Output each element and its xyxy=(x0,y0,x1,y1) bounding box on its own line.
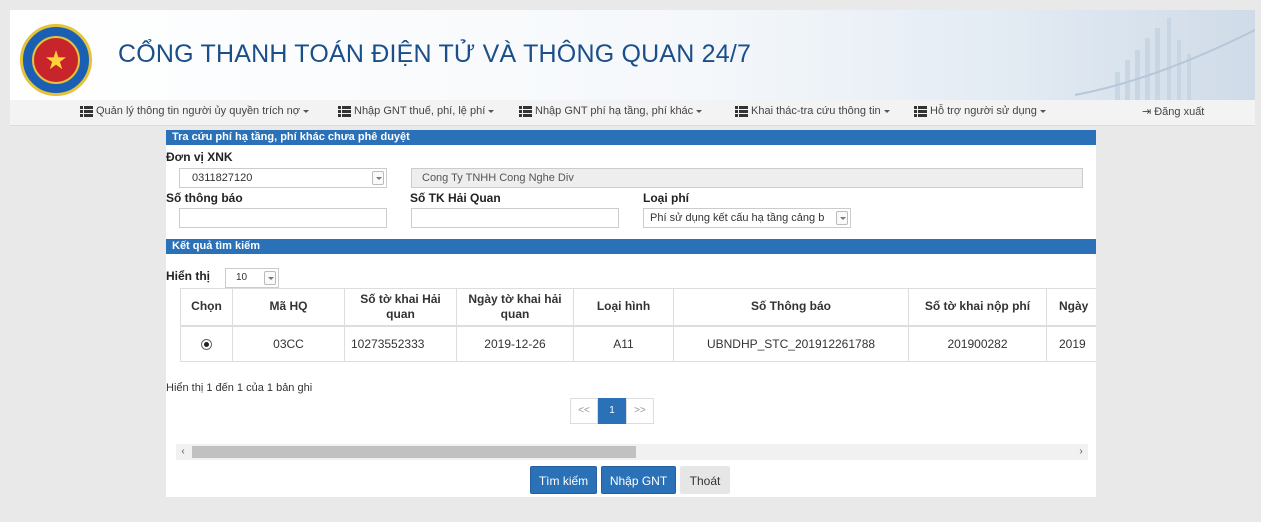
logout-icon: ⇥ xyxy=(1142,106,1152,118)
customs-logo: ★ xyxy=(20,24,92,96)
column-header: Mã HQ xyxy=(232,288,345,327)
table-header-row: Chọn Mã HQ Số tờ khai Hải quan Ngày tờ k… xyxy=(180,288,1096,327)
chart-decoration-icon xyxy=(1074,18,1255,100)
nav-item-quan-ly-uy-quyen[interactable]: Quản lý thông tin người ủy quyền trích n… xyxy=(80,105,310,117)
nav-item-label: Nhập GNT thuế, phí, lệ phí xyxy=(354,105,486,117)
ma-hq-cell: 03CC xyxy=(232,325,345,362)
search-button[interactable]: Tìm kiếm xyxy=(530,466,597,494)
caret-down-icon xyxy=(1039,109,1046,113)
so-tk-cell: 10273552333 xyxy=(344,325,457,362)
radio-selected-icon[interactable] xyxy=(201,339,212,351)
nav-item-nhap-gnt-thue[interactable]: Nhập GNT thuế, phí, lệ phí xyxy=(338,105,495,117)
row-select-cell[interactable] xyxy=(180,325,233,362)
caret-down-icon xyxy=(303,109,310,113)
logout-label: Đăng xuất xyxy=(1154,105,1205,118)
nav-item-label: Khai thác-tra cứu thông tin xyxy=(751,105,881,117)
search-panel: Tra cứu phí hạ tầng, phí khác chưa phê d… xyxy=(166,130,1096,497)
nhap-gnt-button[interactable]: Nhập GNT xyxy=(601,466,676,494)
scroll-right-icon[interactable]: › xyxy=(1074,444,1088,460)
site-title: CỔNG THANH TOÁN ĐIỆN TỬ VÀ THÔNG QUAN 24… xyxy=(118,40,752,68)
column-header: Số Thông báo xyxy=(673,288,909,327)
scroll-left-icon[interactable]: ‹ xyxy=(176,444,190,460)
nav-item-label: Quản lý thông tin người ủy quyền trích n… xyxy=(96,105,301,117)
star-icon: ★ xyxy=(32,36,80,84)
pagination-next[interactable]: >> xyxy=(626,398,654,424)
so-thong-bao-cell: UBNDHP_STC_201912261788 xyxy=(673,325,909,362)
loai-hinh-cell: A11 xyxy=(573,325,674,362)
site-header: ★ CỔNG THANH TOÁN ĐIỆN TỬ VÀ THÔNG QUAN … xyxy=(10,10,1255,100)
exit-button[interactable]: Thoát xyxy=(680,466,730,494)
scrollbar-thumb[interactable] xyxy=(192,446,636,458)
logout-link[interactable]: ⇥ Đăng xuất xyxy=(1142,105,1205,119)
column-header: Chọn xyxy=(180,288,233,327)
nav-item-nhap-gnt-ha-tang[interactable]: Nhập GNT phí hạ tầng, phí khác xyxy=(519,105,703,117)
nav-item-label: Nhập GNT phí hạ tầng, phí khác xyxy=(535,105,694,117)
list-icon xyxy=(80,105,93,117)
caret-down-icon xyxy=(696,109,703,113)
column-header: Loại hình xyxy=(573,288,674,327)
results-table-viewport: Chọn Mã HQ Số tờ khai Hải quan Ngày tờ k… xyxy=(166,130,1096,497)
table-row[interactable]: 03CC 10273552333 2019-12-26 A11 UBNDHP_S… xyxy=(180,325,1096,362)
column-header: Số tờ khai Hải quan xyxy=(344,288,457,327)
main-navbar: Quản lý thông tin người ủy quyền trích n… xyxy=(10,100,1255,126)
column-header: Ngày tờ khai hải quan xyxy=(456,288,574,327)
nav-item-ho-tro[interactable]: Hỗ trợ người sử dụng xyxy=(914,105,1046,117)
caret-down-icon xyxy=(883,109,890,113)
column-header: Số tờ khai nộp phí xyxy=(908,288,1047,327)
horizontal-scrollbar[interactable]: ‹ › xyxy=(176,444,1088,460)
pagination-page-1[interactable]: 1 xyxy=(598,398,626,424)
list-icon xyxy=(735,105,748,117)
results-table: Chọn Mã HQ Số tờ khai Hải quan Ngày tờ k… xyxy=(180,288,1096,362)
ngay-cell: 2019 xyxy=(1046,325,1096,362)
list-icon xyxy=(338,105,351,117)
pagination-prev[interactable]: << xyxy=(570,398,598,424)
results-summary: Hiển thị 1 đến 1 của 1 bản ghi xyxy=(166,382,313,394)
nav-item-label: Hỗ trợ người sử dụng xyxy=(930,105,1037,117)
ngay-tk-cell: 2019-12-26 xyxy=(456,325,574,362)
column-header: Ngày xyxy=(1046,288,1096,327)
list-icon xyxy=(519,105,532,117)
pagination: << 1 >> xyxy=(570,398,654,424)
nav-item-khai-thac-tra-cuu[interactable]: Khai thác-tra cứu thông tin xyxy=(735,105,890,117)
list-icon xyxy=(914,105,927,117)
caret-down-icon xyxy=(488,109,495,113)
so-tk-nop-phi-cell: 201900282 xyxy=(908,325,1047,362)
